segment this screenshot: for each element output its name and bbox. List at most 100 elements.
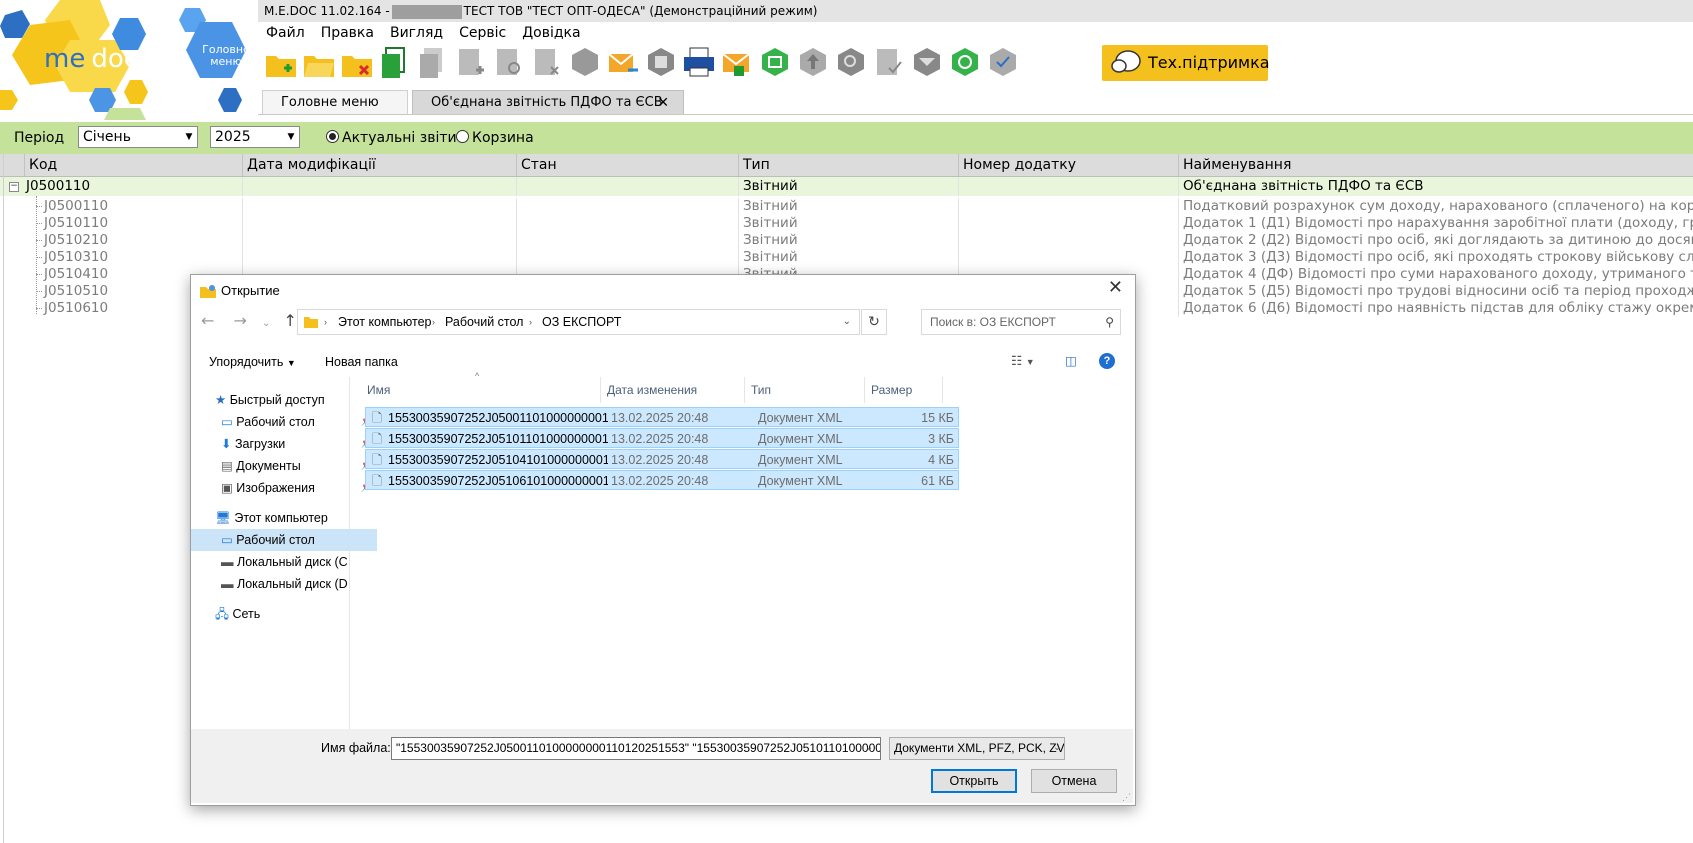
col-state[interactable]: Стан [516, 154, 738, 176]
up-arrow-icon[interactable]: ↑ [283, 311, 296, 330]
chevron-down-icon[interactable]: ⌄ [1053, 742, 1061, 753]
nav-desktop[interactable]: ▭ Рабочий стол [191, 529, 377, 551]
preview-pane-icon[interactable]: ◫ [1065, 353, 1077, 368]
filetype-select[interactable]: Документи XML, PFZ, PCK, ZVI [889, 737, 1065, 760]
close-icon[interactable]: ✕ [1108, 277, 1123, 298]
redacted-mask [391, 4, 462, 19]
chevron-down-icon[interactable]: ⌄ [865, 742, 873, 753]
nav-this-pc[interactable]: 🖥 Этот компьютер [191, 507, 371, 529]
nav-quick-access[interactable]: ★ Быстрый доступ [191, 389, 371, 411]
month-select[interactable]: Січень ▼ [78, 126, 198, 148]
tab-main-menu[interactable]: Головне меню [262, 90, 408, 114]
radio-actual-reports[interactable]: Актуальні звіти [326, 130, 457, 146]
verify-icon[interactable] [986, 44, 1020, 80]
view-options-icon[interactable]: ☷ ▼ [1011, 353, 1035, 368]
menu-help[interactable]: Довідка [514, 22, 588, 44]
file-row[interactable]: 🗋 15530035907252J05104101000000001101...… [365, 449, 959, 469]
file-row[interactable]: 🗋 15530035907252J05106101000000001101...… [365, 470, 959, 490]
nav-desktop-pinned[interactable]: ▭ Рабочий стол📌 [191, 411, 377, 433]
drive-icon: ▬ [221, 555, 234, 569]
new-folder-icon[interactable] [264, 44, 298, 80]
cell-name: Об'єднана звітність ПДФО та ЄСВ [1178, 177, 1693, 196]
col-file-type[interactable]: Тип [745, 377, 865, 403]
window-title: ТЕСТ ТОВ "ТЕСТ ОПТ-ОДЕСА" (Демонстраційн… [463, 4, 818, 18]
search-placeholder: Поиск в: ОЗ ЕКСПОРТ [930, 315, 1056, 329]
nav-downloads[interactable]: ⬇ Загрузки📌 [191, 433, 377, 455]
send-mail-icon[interactable] [606, 44, 640, 80]
tab-close-icon[interactable]: ✕ [657, 91, 669, 115]
menu-service[interactable]: Сервіс [451, 22, 514, 44]
recent-chevron-icon[interactable]: ⌄ [262, 318, 270, 329]
forward-arrow-icon[interactable]: → [234, 311, 247, 330]
table-row[interactable]: J0500110 Звітний Податковий розрахунок с… [0, 198, 1693, 215]
help-button[interactable]: ? [1099, 353, 1115, 369]
receipt-icon[interactable] [758, 44, 792, 80]
col-code[interactable]: Код [24, 154, 242, 176]
menu-view[interactable]: Вигляд [382, 22, 451, 44]
doc-gray-icon[interactable] [416, 44, 450, 80]
file-row[interactable]: 🗋 15530035907252J05101101000000001101...… [365, 428, 959, 448]
new-folder-button[interactable]: Новая папка [325, 355, 398, 369]
nav-documents[interactable]: ▤ Документы📌 [191, 455, 377, 477]
organize-button[interactable]: Упорядочить ▼ [209, 355, 296, 369]
cancel-button[interactable]: Отмена [1031, 769, 1117, 793]
col-file-date[interactable]: Дата изменения [601, 377, 745, 403]
back-arrow-icon[interactable]: ← [201, 311, 214, 330]
nav-label: Локальный диск (D [236, 577, 348, 591]
breadcrumb-export[interactable]: ОЗ ЕКСПОРТ [542, 310, 621, 334]
open-button[interactable]: Открыть [931, 769, 1017, 793]
col-modified[interactable]: Дата модифікації [242, 154, 516, 176]
remove-doc-icon[interactable] [530, 44, 564, 80]
filename-input[interactable]: "15530035907252J050011010000000011012025… [391, 737, 881, 760]
table-row[interactable]: J0510310 Звітний Додаток 3 (Д3) Відомост… [0, 249, 1693, 266]
col-type[interactable]: Тип [738, 154, 958, 176]
col-file-name[interactable]: Имя [361, 377, 601, 403]
nav-label: Документы [236, 459, 301, 473]
upload-icon[interactable] [796, 44, 830, 80]
copy-doc-icon[interactable] [378, 44, 412, 80]
open-folder-icon[interactable] [302, 44, 336, 80]
breadcrumb-desktop[interactable]: Рабочий стол [445, 310, 523, 334]
check-doc-icon[interactable] [872, 44, 906, 80]
search-doc-icon[interactable] [492, 44, 526, 80]
refresh-icon[interactable]: ↻ [861, 309, 887, 335]
inbox-icon[interactable] [910, 44, 944, 80]
cell-name: Додаток 5 (Д5) Відомості про трудові від… [1178, 283, 1693, 300]
radio-trash[interactable]: Корзина [456, 130, 534, 146]
table-row[interactable]: J0510110 Звітний Додаток 1 (Д1) Відомост… [0, 215, 1693, 232]
mail-green-icon[interactable] [720, 44, 754, 80]
archive-icon[interactable] [644, 44, 678, 80]
chevron-down-icon[interactable]: ⌄ [843, 310, 851, 334]
tab-combined-report[interactable]: Об'єднана звітність ПДФО та ЄСВ ✕ [412, 90, 684, 114]
nav-drive-c[interactable]: ▬ Локальный диск (C [191, 551, 377, 573]
nav-network[interactable]: 🖧 Сеть [191, 603, 371, 625]
tech-support-button[interactable]: Тех.підтримка [1102, 45, 1270, 81]
address-bar[interactable]: › Этот компьютер › Рабочий стол › ОЗ ЕКС… [297, 309, 860, 335]
add-doc-icon[interactable] [454, 44, 488, 80]
col-name[interactable]: Найменування [1178, 154, 1690, 176]
main-menu-button[interactable]: Головне меню [196, 44, 256, 68]
col-file-size[interactable]: Размер [865, 377, 943, 403]
cell-appendix [958, 215, 1178, 232]
refresh-green-icon[interactable] [948, 44, 982, 80]
search-input[interactable]: Поиск в: ОЗ ЕКСПОРТ ⚲ [921, 309, 1121, 335]
table-row[interactable]: J0510210 Звітний Додаток 2 (Д2) Відомост… [0, 232, 1693, 249]
magnifier-hex-icon[interactable] [834, 44, 868, 80]
file-row[interactable]: 🗋 15530035907252J05001101000000001101...… [365, 407, 959, 427]
menu-edit[interactable]: Правка [313, 22, 382, 44]
table-row[interactable]: − J0500110 Звітний Об'єднана звітність П… [0, 177, 1693, 196]
nav-images[interactable]: ▣ Изображения📌 [191, 477, 377, 499]
collapse-icon[interactable]: − [9, 182, 19, 192]
nav-drive-d[interactable]: ▬ Локальный диск (D [191, 573, 377, 595]
hex-sync-icon[interactable] [568, 44, 602, 80]
breadcrumb-this-pc[interactable]: Этот компьютер [338, 310, 431, 334]
resize-grip-icon[interactable]: ⋰ [1122, 792, 1131, 803]
year-select[interactable]: 2025 ▼ [210, 126, 300, 148]
menu-file[interactable]: Файл [258, 22, 313, 44]
col-appendix[interactable]: Номер додатку [958, 154, 1178, 176]
cell-type: Звітний [738, 177, 958, 196]
print-icon[interactable] [682, 44, 716, 80]
delete-folder-icon[interactable] [340, 44, 374, 80]
cell-type: Звітний [738, 198, 958, 215]
year-value: 2025 [215, 129, 251, 145]
